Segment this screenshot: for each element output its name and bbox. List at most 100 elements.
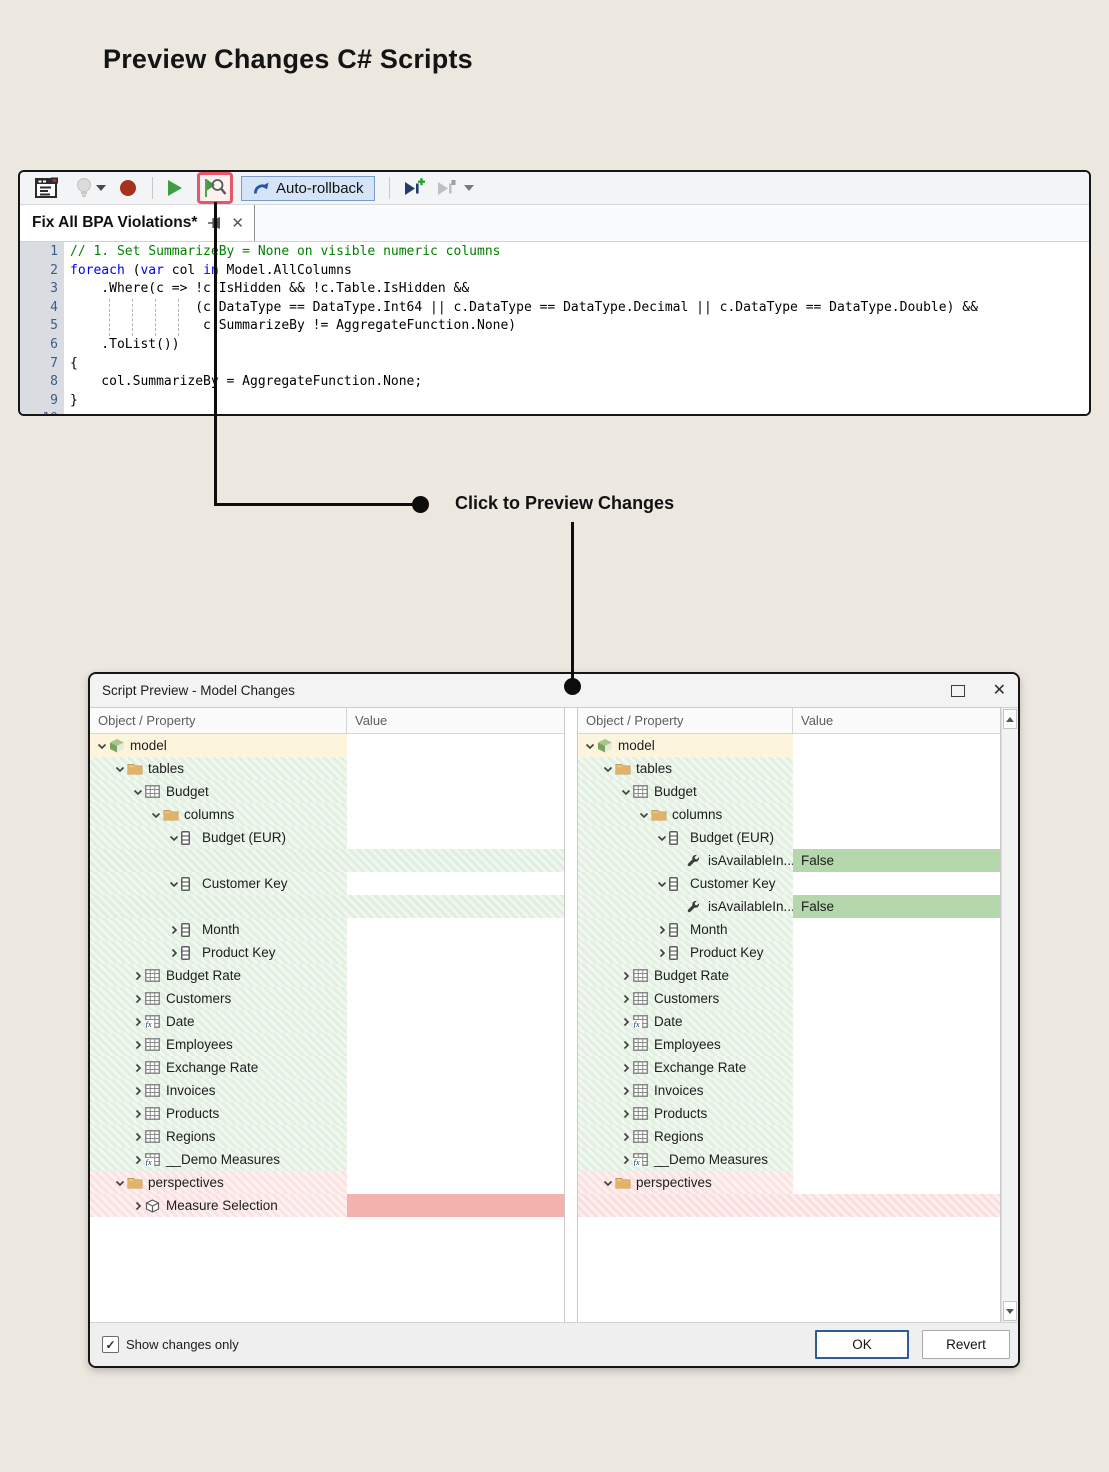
chevron-right-icon[interactable] bbox=[130, 1061, 145, 1075]
chevron-right-icon[interactable] bbox=[618, 1084, 633, 1098]
chevron-right-icon[interactable] bbox=[618, 1153, 633, 1167]
tree-row[interactable]: Invoices bbox=[578, 1079, 1000, 1102]
tree-row[interactable]: Product Key bbox=[578, 941, 1000, 964]
tree-row[interactable]: perspectives bbox=[90, 1171, 564, 1194]
chevron-right-icon[interactable] bbox=[618, 1038, 633, 1052]
dialog-title-bar[interactable]: Script Preview - Model Changes ✕ bbox=[90, 674, 1018, 707]
tree-row[interactable]: Employees bbox=[90, 1033, 564, 1056]
chevron-down-icon[interactable] bbox=[166, 877, 181, 891]
column-header-value[interactable]: Value bbox=[347, 708, 564, 733]
maximize-icon[interactable] bbox=[951, 685, 965, 697]
column-header-object-property[interactable]: Object / Property bbox=[90, 708, 347, 733]
tree-row[interactable]: isAvailableIn...False bbox=[578, 849, 1000, 872]
tree-row[interactable]: Exchange Rate bbox=[90, 1056, 564, 1079]
tree-row[interactable]: columns bbox=[90, 803, 564, 826]
chevron-down-icon[interactable] bbox=[166, 831, 181, 845]
tree-row[interactable]: Budget Rate bbox=[578, 964, 1000, 987]
tree-row[interactable]: fx__Demo Measures bbox=[578, 1148, 1000, 1171]
tree-row[interactable]: Products bbox=[578, 1102, 1000, 1125]
close-icon[interactable]: ✕ bbox=[993, 683, 1006, 699]
chevron-right-icon[interactable] bbox=[130, 1153, 145, 1167]
chevron-right-icon[interactable] bbox=[618, 1130, 633, 1144]
tree-row[interactable]: Customer Key bbox=[90, 872, 564, 895]
tree-row[interactable]: model bbox=[90, 734, 564, 757]
tree-row[interactable]: Customer Key bbox=[578, 872, 1000, 895]
tree-row[interactable]: model bbox=[578, 734, 1000, 757]
lightbulb-icon[interactable] bbox=[74, 177, 94, 199]
chevron-down-icon[interactable] bbox=[636, 808, 651, 822]
tree-row[interactable]: Exchange Rate bbox=[578, 1056, 1000, 1079]
close-icon[interactable]: ✕ bbox=[231, 216, 244, 231]
chevron-right-icon[interactable] bbox=[130, 1084, 145, 1098]
tree-row[interactable]: fxDate bbox=[90, 1010, 564, 1033]
chevron-right-icon[interactable] bbox=[654, 946, 669, 960]
tree-row[interactable]: Budget (EUR) bbox=[90, 826, 564, 849]
chevron-right-icon[interactable] bbox=[618, 969, 633, 983]
chevron-right-icon[interactable] bbox=[130, 1130, 145, 1144]
script-window-icon[interactable] bbox=[34, 176, 60, 200]
chevron-down-icon[interactable] bbox=[130, 785, 145, 799]
scroll-up-button[interactable] bbox=[1003, 709, 1017, 729]
chevron-down-icon[interactable] bbox=[600, 1176, 615, 1190]
tree-row[interactable]: Customers bbox=[90, 987, 564, 1010]
tree-row[interactable]: columns bbox=[578, 803, 1000, 826]
tab-fix-all-bpa-violations[interactable]: Fix All BPA Violations* ✕ bbox=[20, 205, 255, 241]
chevron-down-icon[interactable] bbox=[654, 831, 669, 845]
tree-row[interactable]: isAvailableIn...False bbox=[578, 895, 1000, 918]
run-icon[interactable] bbox=[165, 178, 185, 198]
tree-row[interactable]: perspectives bbox=[578, 1171, 1000, 1194]
dropdown-caret-icon[interactable] bbox=[96, 185, 106, 191]
chevron-right-icon[interactable] bbox=[130, 1107, 145, 1121]
tree-row[interactable]: Regions bbox=[578, 1125, 1000, 1148]
column-header-object-property[interactable]: Object / Property bbox=[578, 708, 793, 733]
tree-row[interactable]: Regions bbox=[90, 1125, 564, 1148]
chevron-down-icon[interactable] bbox=[148, 808, 163, 822]
tree-row[interactable]: fxDate bbox=[578, 1010, 1000, 1033]
chevron-down-icon[interactable] bbox=[600, 762, 615, 776]
tree-row[interactable]: fx__Demo Measures bbox=[90, 1148, 564, 1171]
tree-row[interactable]: Month bbox=[90, 918, 564, 941]
chevron-down-icon[interactable] bbox=[582, 739, 597, 753]
show-changes-only-checkbox[interactable]: ✓ bbox=[102, 1336, 119, 1353]
vertical-scrollbar[interactable] bbox=[1001, 708, 1018, 1322]
auto-rollback-button[interactable]: Auto-rollback bbox=[241, 176, 375, 201]
chevron-right-icon[interactable] bbox=[130, 1038, 145, 1052]
tree-row[interactable]: tables bbox=[90, 757, 564, 780]
tree-row[interactable]: Invoices bbox=[90, 1079, 564, 1102]
ok-button[interactable]: OK bbox=[815, 1330, 909, 1359]
record-icon[interactable] bbox=[120, 180, 136, 196]
code-editor[interactable]: 12345678910 // 1. Set SummarizeBy = None… bbox=[20, 242, 1089, 416]
preview-changes-icon[interactable] bbox=[203, 177, 227, 199]
chevron-right-icon[interactable] bbox=[130, 992, 145, 1006]
chevron-right-icon[interactable] bbox=[618, 992, 633, 1006]
column-header-value[interactable]: Value bbox=[793, 708, 1000, 733]
tree-row[interactable]: Month bbox=[578, 918, 1000, 941]
tree-row[interactable]: Budget bbox=[90, 780, 564, 803]
tree-row[interactable]: Budget bbox=[578, 780, 1000, 803]
chevron-right-icon[interactable] bbox=[654, 923, 669, 937]
tree-row[interactable]: Employees bbox=[578, 1033, 1000, 1056]
tree-row[interactable]: Budget (EUR) bbox=[578, 826, 1000, 849]
tree-row[interactable]: Measure Selection bbox=[90, 1194, 564, 1217]
tree-row[interactable]: Products bbox=[90, 1102, 564, 1125]
chevron-right-icon[interactable] bbox=[166, 946, 181, 960]
chevron-down-icon[interactable] bbox=[654, 877, 669, 891]
tree-row[interactable]: Budget Rate bbox=[90, 964, 564, 987]
run-disabled-icon[interactable] bbox=[435, 178, 458, 198]
chevron-right-icon[interactable] bbox=[618, 1061, 633, 1075]
chevron-right-icon[interactable] bbox=[618, 1107, 633, 1121]
dropdown-caret-icon[interactable] bbox=[464, 185, 474, 191]
revert-button[interactable]: Revert bbox=[922, 1330, 1010, 1359]
chevron-right-icon[interactable] bbox=[166, 923, 181, 937]
tree-row[interactable]: Customers bbox=[578, 987, 1000, 1010]
chevron-down-icon[interactable] bbox=[618, 785, 633, 799]
scroll-down-button[interactable] bbox=[1003, 1301, 1017, 1321]
chevron-right-icon[interactable] bbox=[130, 1015, 145, 1029]
chevron-right-icon[interactable] bbox=[130, 969, 145, 983]
tree-row[interactable]: Product Key bbox=[90, 941, 564, 964]
run-add-icon[interactable] bbox=[402, 178, 425, 198]
tree-row[interactable]: tables bbox=[578, 757, 1000, 780]
chevron-down-icon[interactable] bbox=[112, 1176, 127, 1190]
chevron-down-icon[interactable] bbox=[94, 739, 109, 753]
chevron-down-icon[interactable] bbox=[112, 762, 127, 776]
